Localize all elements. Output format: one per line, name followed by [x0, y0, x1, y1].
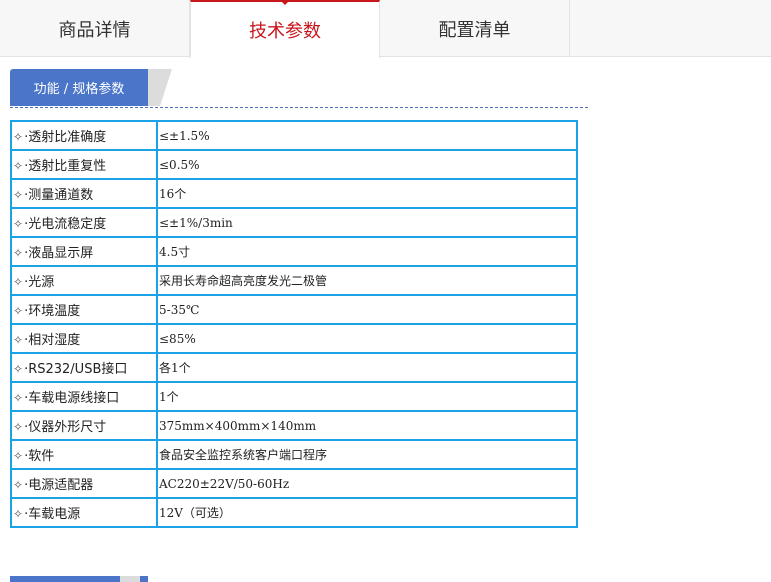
table-row: ✧·透射比重复性 ≤0.5%	[10, 149, 578, 180]
tab-label: 配置清单	[438, 19, 511, 41]
diamond-star-icon: ✧	[13, 507, 24, 521]
spec-key: ·RS232/USB接口	[24, 362, 128, 377]
diamond-star-icon: ✧	[13, 130, 24, 144]
diamond-star-icon: ✧	[13, 246, 24, 260]
spec-key: ·透射比重复性	[24, 159, 107, 174]
spec-key-cell: ✧·液晶显示屏	[10, 236, 158, 267]
spec-value: 375mm×400mm×140mm	[156, 410, 578, 441]
spec-key: ·相对湿度	[24, 333, 81, 348]
spec-value: 4.5寸	[156, 236, 578, 267]
spec-key-cell: ✧·光电流稳定度	[10, 207, 158, 238]
spec-key: ·光源	[24, 275, 55, 290]
diamond-star-icon: ✧	[13, 217, 24, 231]
diamond-star-icon: ✧	[13, 275, 24, 289]
table-row: ✧·液晶显示屏 4.5寸	[10, 236, 578, 267]
spec-value: ≤±1%/3min	[156, 207, 578, 238]
spec-key: ·车载电源线接口	[24, 391, 120, 406]
spec-value: ≤0.5%	[156, 149, 578, 180]
table-row: ✧·测量通道数 16个	[10, 178, 578, 209]
diamond-star-icon: ✧	[13, 420, 24, 434]
spec-key: ·仪器外形尺寸	[24, 420, 107, 435]
spec-value: 16个	[156, 178, 578, 209]
section-title: 功能 / 规格参数	[10, 69, 148, 106]
spec-value: 12V（可选）	[156, 497, 578, 528]
spec-value: ≤85%	[156, 323, 578, 354]
spec-key: ·车载电源	[24, 507, 81, 522]
table-row: ✧·车载电源 12V（可选）	[10, 497, 578, 528]
spec-value: AC220±22V/50-60Hz	[156, 468, 578, 499]
spec-value: 各1个	[156, 352, 578, 383]
spec-key-cell: ✧·软件	[10, 439, 158, 470]
section-header: 功能 / 规格参数	[10, 69, 588, 108]
spec-key-cell: ✧·车载电源线接口	[10, 381, 158, 412]
diamond-star-icon: ✧	[13, 304, 24, 318]
tab-label: 技术参数	[249, 21, 321, 42]
tab-bar: 商品详情 技术参数 配置清单	[0, 0, 771, 58]
spec-key: ·环境温度	[24, 304, 81, 319]
spec-key: ·电源适配器	[24, 478, 94, 493]
spec-key-cell: ✧·环境温度	[10, 294, 158, 325]
table-row: ✧·电源适配器 AC220±22V/50-60Hz	[10, 468, 578, 499]
diamond-star-icon: ✧	[13, 478, 24, 492]
table-row: ✧·光电流稳定度 ≤±1%/3min	[10, 207, 578, 238]
spec-key-cell: ✧·透射比重复性	[10, 149, 158, 180]
table-row: ✧·软件 食品安全监控系统客户端口程序	[10, 439, 578, 470]
spec-value: 5-35℃	[156, 294, 578, 325]
next-section-decoration	[120, 576, 140, 582]
spec-key: ·软件	[24, 449, 55, 464]
spec-value: ≤±1.5%	[156, 120, 578, 151]
tab-config-list[interactable]: 配置清单	[380, 0, 570, 57]
diamond-star-icon: ✧	[13, 449, 24, 463]
spec-key-cell: ✧·RS232/USB接口	[10, 352, 158, 383]
spec-key: ·液晶显示屏	[24, 246, 94, 261]
spec-key-cell: ✧·仪器外形尺寸	[10, 410, 158, 441]
table-row: ✧·相对湿度 ≤85%	[10, 323, 578, 354]
spec-key: ·光电流稳定度	[24, 217, 107, 232]
table-row: ✧·透射比准确度 ≤±1.5%	[10, 120, 578, 151]
spec-key: ·透射比准确度	[24, 130, 107, 145]
spec-value: 1个	[156, 381, 578, 412]
active-tab-arrow-icon	[280, 0, 290, 5]
table-row: ✧·RS232/USB接口 各1个	[10, 352, 578, 383]
tab-tech-params[interactable]: 技术参数	[190, 0, 380, 58]
spec-key-cell: ✧·透射比准确度	[10, 120, 158, 151]
diamond-star-icon: ✧	[13, 362, 24, 376]
spec-key: ·测量通道数	[24, 188, 94, 203]
diamond-star-icon: ✧	[13, 188, 24, 202]
spec-key-cell: ✧·相对湿度	[10, 323, 158, 354]
spec-table: ✧·透射比准确度 ≤±1.5% ✧·透射比重复性 ≤0.5% ✧·测量通道数 16个 ✧·光…	[10, 120, 578, 528]
diamond-star-icon: ✧	[13, 159, 24, 173]
table-row: ✧·光源 采用长寿命超高亮度发光二极管	[10, 265, 578, 296]
tab-product-details[interactable]: 商品详情	[0, 0, 190, 57]
spec-value: 食品安全监控系统客户端口程序	[156, 439, 578, 470]
spec-key-cell: ✧·电源适配器	[10, 468, 158, 499]
table-row: ✧·车载电源线接口 1个	[10, 381, 578, 412]
table-row: ✧·环境温度 5-35℃	[10, 294, 578, 325]
tab-label: 商品详情	[58, 19, 131, 41]
diamond-star-icon: ✧	[13, 391, 24, 405]
table-row: ✧·仪器外形尺寸 375mm×400mm×140mm	[10, 410, 578, 441]
spec-key-cell: ✧·光源	[10, 265, 158, 296]
spec-value: 采用长寿命超高亮度发光二极管	[156, 265, 578, 296]
diamond-star-icon: ✧	[13, 333, 24, 347]
spec-key-cell: ✧·车载电源	[10, 497, 158, 528]
spec-key-cell: ✧·测量通道数	[10, 178, 158, 209]
